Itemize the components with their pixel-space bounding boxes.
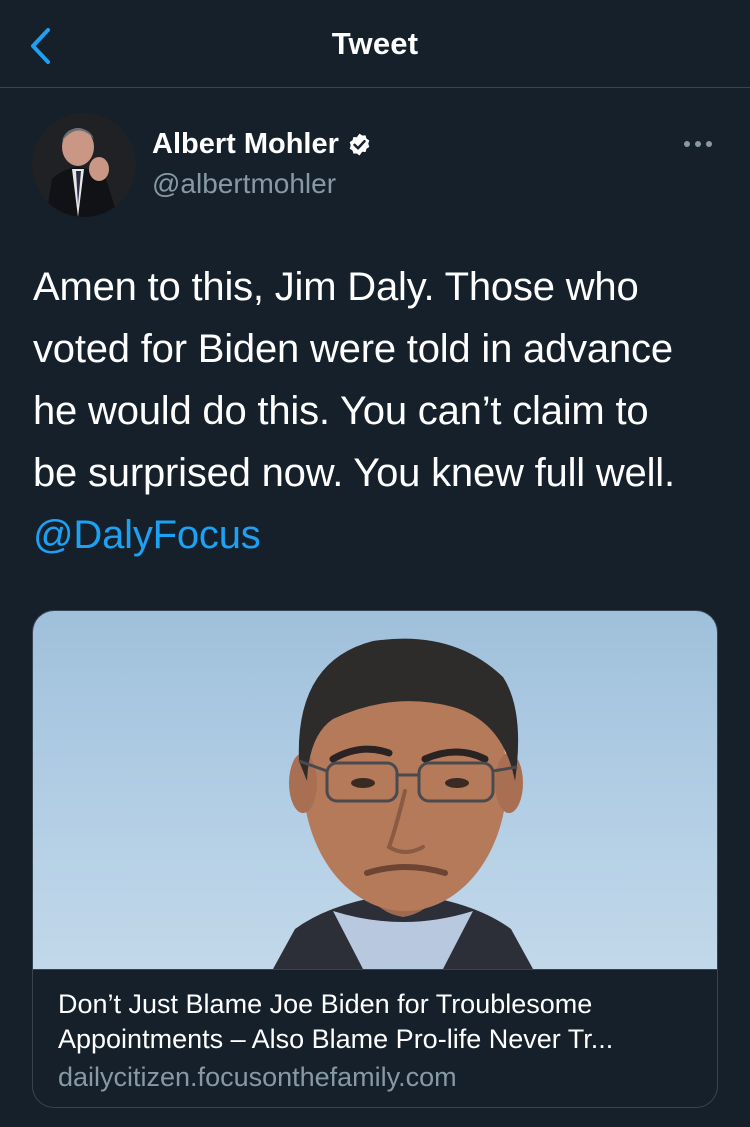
author-name[interactable]: Albert Mohler — [152, 128, 339, 161]
card-title[interactable]: Don’t Just Blame Joe Biden for Troubleso… — [58, 987, 698, 1057]
avatar-portrait — [32, 113, 136, 217]
card-photo — [273, 638, 533, 969]
avatar[interactable] — [32, 113, 136, 217]
tweet-text: Amen to this, Jim Daly. Those who voted … — [33, 256, 723, 566]
top-bar: Tweet — [0, 0, 750, 88]
tweet-text-line: voted for Biden were told in advance — [33, 327, 673, 371]
more-options-button[interactable] — [676, 132, 720, 156]
author-handle[interactable]: @albertmohler — [152, 168, 336, 200]
more-dots-icon — [684, 141, 712, 147]
link-preview-card[interactable]: Don’t Just Blame Joe Biden for Troubleso… — [32, 610, 718, 1108]
tweet-text-line: be surprised now. You knew full well. — [33, 451, 675, 495]
tweet-text-line: Amen to this, Jim Daly. Those who — [33, 265, 639, 309]
card-image — [33, 611, 717, 969]
card-title-line: Appointments – Also Blame Pro-life Never… — [58, 1024, 614, 1054]
card-domain: dailycitizen.focusonthefamily.com — [58, 1062, 457, 1092]
page-title: Tweet — [331, 26, 419, 61]
mention-link[interactable]: @DalyFocus — [33, 504, 723, 566]
tweet-text-line: he would do this. You can’t claim to — [33, 389, 649, 433]
author-name-row[interactable]: Albert Mohler — [152, 128, 372, 161]
card-title-line: Don’t Just Blame Joe Biden for Troubleso… — [58, 989, 593, 1019]
card-divider — [33, 969, 717, 970]
verified-badge-icon — [349, 133, 370, 156]
